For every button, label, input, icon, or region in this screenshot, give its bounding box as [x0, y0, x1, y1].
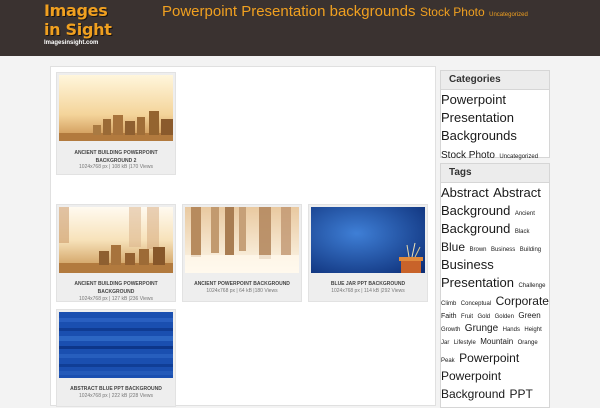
tags-widget: Tags Abstract Abstract Background Ancien… — [440, 163, 550, 408]
tag-cloud: Abstract Abstract Background Ancient Bac… — [441, 183, 549, 407]
blue-stripes-icon — [59, 312, 173, 378]
gallery-card[interactable]: Ancient Building Powerpoint Background 2… — [56, 72, 176, 175]
gallery-card[interactable]: Blue Jar PPT Background 1024x768 px | 11… — [308, 204, 428, 302]
tag-link[interactable]: Ancient — [515, 211, 535, 217]
ruins-warm-icon — [59, 75, 173, 141]
gallery-card[interactable]: Ancient Building Powerpoint Background 1… — [56, 204, 176, 302]
card-title[interactable]: Ancient Powerpoint Background — [185, 280, 299, 288]
gallery-card[interactable]: Ancient Powerpoint Background 1024x768 p… — [182, 204, 302, 302]
site-logo[interactable]: Images in Sight Imagesinsight.com — [44, 2, 116, 52]
site-header: Images in Sight Imagesinsight.com Powerp… — [0, 0, 600, 56]
categories-heading: Categories — [441, 71, 549, 90]
tag-link[interactable]: Fruit — [461, 314, 473, 320]
tag-link[interactable]: Background — [441, 221, 510, 236]
categories-widget: Categories Powerpoint Presentation Backg… — [440, 70, 550, 161]
tag-link[interactable]: Abstract — [441, 185, 489, 200]
blue-jar-icon — [311, 207, 425, 273]
tag-link[interactable]: Height — [524, 327, 541, 333]
tag-link[interactable]: Powerpoint — [459, 351, 519, 365]
category-link-uncategorized[interactable]: Uncategorized — [499, 154, 538, 160]
card-meta: 1024x768 px | 222 kB |228 Views — [79, 393, 153, 399]
tag-link[interactable]: Hands — [503, 327, 520, 333]
category-link-backgrounds[interactable]: Backgrounds — [441, 127, 549, 145]
logo-line-2: in Sight — [44, 20, 112, 39]
tag-link[interactable]: Black — [515, 229, 530, 235]
tag-link[interactable]: Grunge — [465, 323, 498, 334]
category-link-presentation[interactable]: Presentation — [441, 109, 549, 127]
tag-link[interactable]: Green — [518, 311, 540, 320]
card-meta: 1024x768 px | 108 kB |170 Views — [79, 164, 153, 170]
card-title[interactable]: Ancient Building Powerpoint Background 2 — [59, 149, 173, 165]
tag-link[interactable]: Powerpoint Background — [441, 369, 505, 401]
tag-link[interactable]: Growth — [441, 327, 460, 333]
ruins-pillars-icon — [59, 207, 173, 273]
card-meta: 1024x768 px | 114 kB |292 Views — [331, 288, 405, 294]
tag-link[interactable]: Building — [520, 247, 541, 253]
tag-link[interactable]: Lifestyle — [454, 340, 476, 346]
tags-heading: Tags — [441, 164, 549, 183]
gallery-card[interactable]: Abstract Blue PPT Background 1024x768 px… — [56, 309, 176, 407]
gallery-panel: Ancient Building Powerpoint Background 2… — [50, 66, 436, 407]
card-meta: 1024x768 px | 64 kB |180 Views — [206, 288, 278, 294]
tag-link[interactable]: Business Presentation — [441, 257, 514, 290]
breadcrumb-section-link[interactable]: Stock Photo — [420, 5, 485, 19]
tag-link[interactable]: Conceptual — [461, 301, 491, 307]
tag-link[interactable]: Peak — [441, 358, 455, 364]
tag-link[interactable]: Climb — [441, 301, 456, 307]
columns-icon — [185, 207, 299, 273]
tag-link[interactable]: Faith — [441, 313, 457, 320]
tag-link[interactable]: Jar — [441, 340, 449, 346]
logo-site-name: Imagesinsight.com — [44, 40, 99, 46]
tag-link[interactable]: Corporate — [496, 294, 549, 308]
tag-link[interactable]: PPT — [510, 387, 533, 401]
category-link-powerpoint[interactable]: Powerpoint — [441, 91, 549, 109]
card-title[interactable]: Ancient Building Powerpoint Background — [59, 280, 173, 296]
logo-line-1: Images — [44, 1, 108, 20]
tag-link[interactable]: Blue — [441, 240, 465, 254]
tag-link[interactable]: Gold — [477, 314, 490, 320]
tag-link[interactable]: Brown — [469, 247, 486, 253]
breadcrumb-category-link[interactable]: Powerpoint Presentation backgrounds — [162, 3, 416, 20]
tag-link[interactable]: Golden — [495, 314, 514, 320]
tag-link[interactable]: Business — [491, 247, 515, 253]
tag-link[interactable]: Mountain — [480, 337, 513, 346]
card-meta: 1024x768 px | 127 kB |236 Views — [79, 296, 153, 302]
card-title[interactable]: Abstract Blue PPT Background — [59, 385, 173, 393]
tag-link[interactable]: Orange — [518, 340, 538, 346]
tag-link[interactable]: Challenge — [518, 283, 545, 289]
category-link-stock-photo[interactable]: Stock Photo — [441, 150, 495, 161]
breadcrumb-sub-link[interactable]: Uncategorized — [489, 12, 528, 18]
card-title[interactable]: Blue Jar PPT Background — [311, 280, 425, 288]
breadcrumb: Powerpoint Presentation backgrounds Stoc… — [162, 3, 528, 21]
